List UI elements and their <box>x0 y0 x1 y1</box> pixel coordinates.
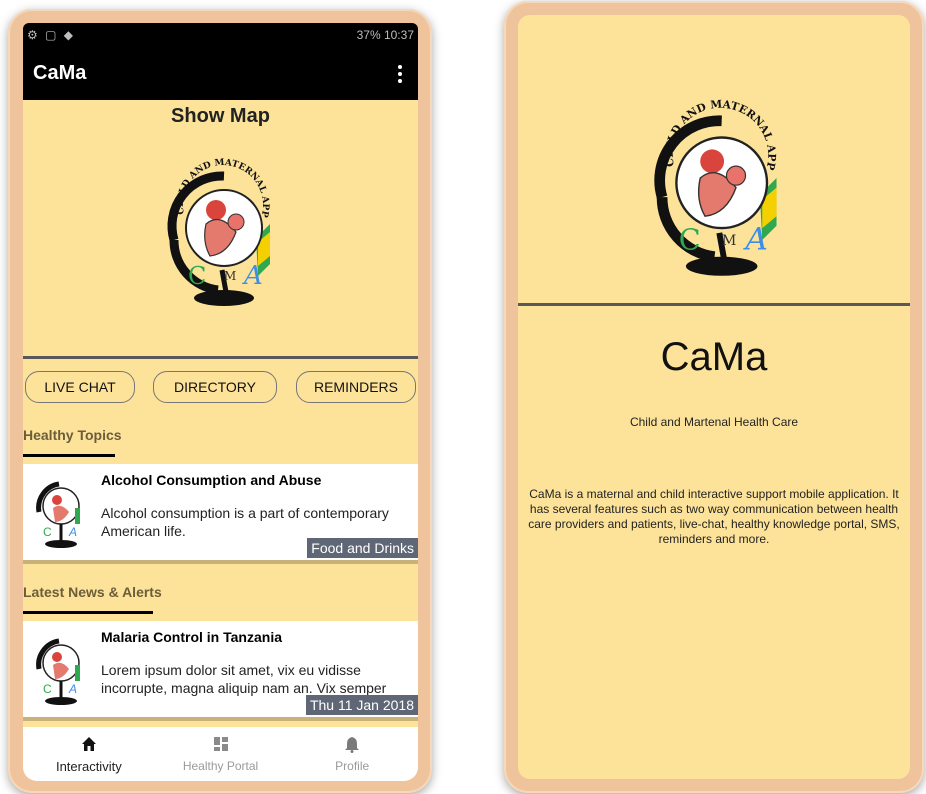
card-thumbnail: C A <box>29 472 89 554</box>
app-description: CaMa is a maternal and child interactive… <box>528 487 900 546</box>
date-badge: Thu 11 Jan 2018 <box>305 695 418 715</box>
directory-button[interactable]: DIRECTORY <box>153 371 277 403</box>
status-battery-time: 37% 10:37 <box>356 28 414 42</box>
logo-letter-a: A <box>743 222 768 258</box>
section-underline <box>23 611 153 614</box>
divider <box>23 356 418 359</box>
card-body: Lorem ipsum dolor sit amet, vix eu vidis… <box>101 662 387 696</box>
nav-healthy-portal[interactable]: Healthy Portal <box>155 727 287 781</box>
card-title: Malaria Control in Tanzania <box>101 629 282 645</box>
card-edge <box>23 560 418 564</box>
news-card[interactable]: C A Malaria Control in Tanzania Lorem ip… <box>23 621 418 717</box>
cama-logo: CHILD AND MATERNAL APP C M A <box>158 152 288 332</box>
logo-letter-m: M <box>722 233 737 249</box>
home-screen: ⚙ ▢ ◆ 37% 10:37 CaMa Show Map CHILD AND … <box>23 23 418 781</box>
logo-letter-m: M <box>224 269 236 283</box>
home-icon <box>81 736 96 751</box>
phone-frame-left: ⚙ ▢ ◆ 37% 10:37 CaMa Show Map CHILD AND … <box>8 9 432 793</box>
bottom-navigation: Interactivity Healthy Portal Profile <box>23 727 418 781</box>
svg-text:A: A <box>68 525 77 539</box>
status-bar: ⚙ ▢ ◆ 37% 10:37 <box>23 23 418 47</box>
section-underline <box>23 454 115 457</box>
app-bar: CaMa <box>23 47 418 100</box>
topic-card[interactable]: C A Alcohol Consumption and Abuse Alcoho… <box>23 464 418 560</box>
nav-label: Interactivity <box>55 758 122 774</box>
live-chat-button[interactable]: LIVE CHAT <box>25 371 135 403</box>
nav-profile[interactable]: Profile <box>286 727 418 781</box>
logo-letter-c: C <box>679 223 701 257</box>
category-badge: Food and Drinks <box>307 538 418 558</box>
divider <box>518 303 910 306</box>
card-body: Alcohol consumption is a part of contemp… <box>101 505 389 539</box>
cama-logo: CHILD AND MATERNAL APP C M A <box>643 92 798 307</box>
bell-icon <box>345 737 360 753</box>
card-thumbnail: C A <box>29 629 89 711</box>
app-subtitle: Child and Martenal Health Care <box>629 415 799 429</box>
app-title: CaMa <box>33 62 87 84</box>
card-title: Alcohol Consumption and Abuse <box>101 472 322 488</box>
card-edge <box>23 717 418 721</box>
logo-letter-c: C <box>188 262 206 290</box>
grid-icon <box>213 737 228 751</box>
show-map-link[interactable]: Show Map <box>23 105 418 128</box>
logo-letter-a: A <box>242 261 263 291</box>
reminders-button[interactable]: REMINDERS <box>296 371 416 403</box>
healthy-topics-title: Healthy Topics <box>23 427 122 443</box>
overflow-menu-icon[interactable] <box>392 63 408 85</box>
splash-screen: CHILD AND MATERNAL APP C M A CaMa Child … <box>518 15 910 779</box>
nav-interactivity[interactable]: Interactivity <box>23 727 155 781</box>
svg-text:C: C <box>43 525 52 539</box>
svg-text:C: C <box>43 682 52 696</box>
news-alerts-title: Latest News & Alerts <box>23 584 162 600</box>
nav-label: Healthy Portal <box>182 759 259 773</box>
nav-label: Profile <box>335 759 370 773</box>
phone-frame-right: CHILD AND MATERNAL APP C M A CaMa Child … <box>504 1 924 793</box>
status-icons: ⚙ ▢ ◆ <box>27 28 75 42</box>
svg-text:A: A <box>68 682 77 696</box>
app-name-title: CaMa <box>660 335 768 379</box>
